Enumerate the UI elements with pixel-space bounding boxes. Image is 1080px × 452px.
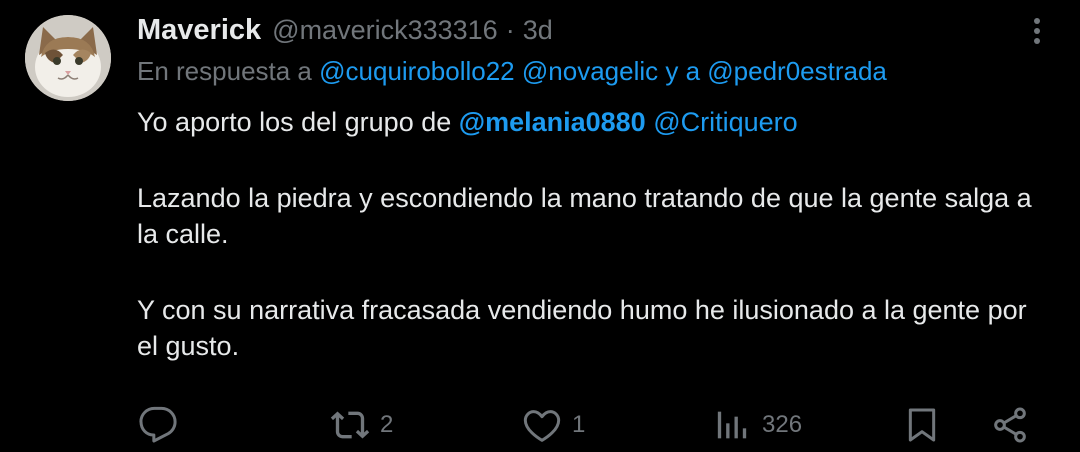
heart-icon: [523, 410, 561, 442]
like-button[interactable]: 1: [522, 400, 585, 450]
bookmark-icon: [908, 408, 936, 442]
user-handle[interactable]: @maverick333316: [272, 15, 498, 46]
reply-prefix: En respuesta a: [137, 56, 320, 86]
reply-button[interactable]: [138, 400, 178, 450]
reply-icon: [139, 406, 177, 443]
views-count: 326: [762, 411, 803, 438]
share-button[interactable]: [990, 400, 1030, 450]
tweet-header: Maverick @maverick333316 · 3d: [137, 10, 553, 50]
separator-dot: ·: [505, 14, 515, 45]
body-line-1: Yo aporto los del grupo de @melania0880 …: [137, 104, 1047, 140]
body-text-1: Yo aporto los del grupo de: [137, 107, 459, 137]
retweet-icon: [330, 411, 370, 439]
body-mention-critiquero[interactable]: @Critiquero: [653, 107, 797, 137]
avatar[interactable]: [25, 15, 111, 101]
body-paragraph-2: Lazando la piedra y escondiendo la mano …: [137, 183, 1032, 249]
views-button[interactable]: 326: [712, 400, 802, 450]
more-button[interactable]: [1020, 14, 1054, 48]
timestamp[interactable]: 3d: [523, 15, 553, 46]
reply-mention-2[interactable]: @novagelic: [522, 56, 658, 86]
reply-mention-3[interactable]: @pedr0estrada: [707, 56, 887, 86]
reply-joiner: y a: [658, 56, 708, 86]
display-name[interactable]: Maverick: [137, 14, 261, 47]
body-paragraph-3: Y con su narrativa fracasada vendiendo h…: [137, 295, 1027, 361]
tweet[interactable]: Maverick @maverick333316 · 3d En respues…: [0, 0, 1080, 452]
views-icon: [717, 411, 747, 439]
bookmark-button[interactable]: [902, 400, 942, 450]
tweet-body: Yo aporto los del grupo de @melania0880 …: [137, 104, 1047, 364]
more-vertical-icon: [1034, 18, 1040, 44]
retweet-count: 2: [380, 411, 394, 438]
action-bar: 2 1 326: [0, 400, 1080, 450]
share-icon: [994, 407, 1026, 443]
body-mention-melania[interactable]: @melania0880: [459, 107, 646, 137]
reply-mention-1[interactable]: @cuquirobollo22: [319, 56, 515, 86]
like-count: 1: [572, 411, 586, 438]
reply-context: En respuesta a @cuquirobollo22 @novageli…: [137, 56, 887, 87]
retweet-button[interactable]: 2: [330, 400, 393, 450]
cat-avatar: [25, 15, 111, 101]
